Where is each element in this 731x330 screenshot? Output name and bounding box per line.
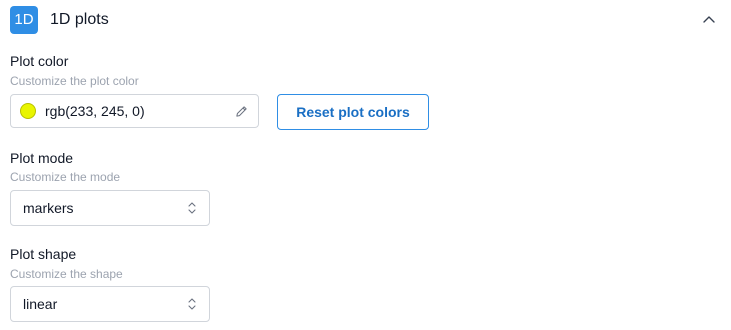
plot-mode-value: markers: [23, 200, 74, 216]
plot-shape-description: Customize the shape: [10, 267, 123, 281]
color-swatch[interactable]: [20, 103, 36, 119]
plot-color-value: rgb(233, 245, 0): [45, 103, 145, 119]
plot-shape-select[interactable]: linear: [10, 286, 210, 322]
section-header[interactable]: 1D 1D plots: [10, 5, 721, 34]
plot-mode-description: Customize the mode: [10, 170, 121, 184]
reset-plot-colors-button[interactable]: Reset plot colors: [277, 94, 429, 130]
plot-mode-select[interactable]: markers: [10, 190, 210, 226]
plot-mode-label: Plot mode: [10, 150, 74, 166]
plot-color-field[interactable]: rgb(233, 245, 0): [10, 94, 259, 128]
plot-color-label: Plot color: [10, 53, 69, 69]
select-arrows-icon: [187, 297, 197, 311]
section-title: 1D plots: [50, 10, 109, 28]
select-arrows-icon: [187, 201, 197, 215]
plot-color-description: Customize the plot color: [10, 74, 139, 88]
pencil-icon[interactable]: [234, 104, 248, 118]
plot-shape-label: Plot shape: [10, 246, 77, 262]
plot-shape-value: linear: [23, 296, 58, 312]
plots-1d-panel: 1D 1D plots Plot color Customize the plo…: [0, 0, 731, 330]
chevron-up-icon[interactable]: [701, 11, 717, 27]
section-badge: 1D: [10, 5, 38, 34]
